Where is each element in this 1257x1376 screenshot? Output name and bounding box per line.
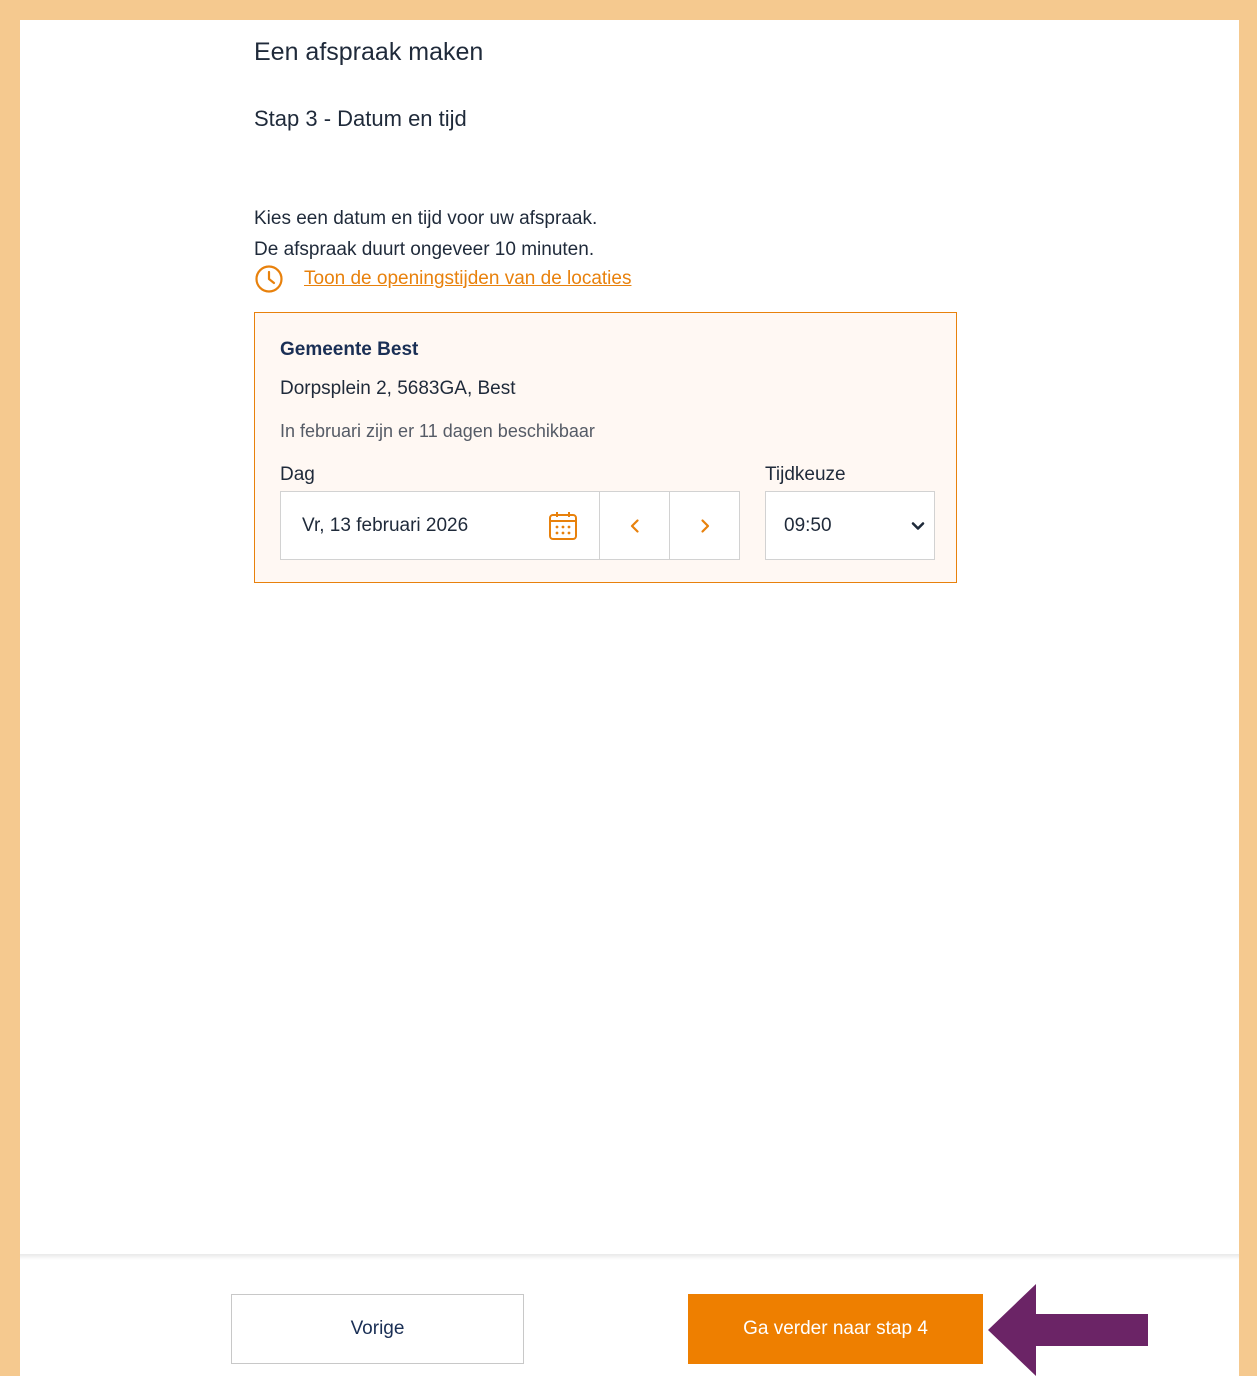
clock-icon — [255, 265, 283, 293]
intro-text: Kies een datum en tijd voor uw afspraak.… — [254, 203, 597, 265]
next-day-button[interactable] — [669, 491, 740, 560]
chevron-left-icon — [630, 518, 639, 533]
availability-text: In februari zijn er 11 dagen beschikbaar — [280, 421, 595, 441]
opening-hours-row: Toon de openingstijden van de locaties — [254, 264, 631, 294]
chevron-down-icon — [911, 521, 925, 530]
footer-divider — [20, 1254, 1239, 1260]
continue-button[interactable]: Ga verder naar stap 4 — [688, 1294, 983, 1364]
previous-day-button[interactable] — [599, 491, 670, 560]
step-title: Stap 3 - Datum en tijd — [254, 106, 467, 131]
time-select[interactable]: 09:50 — [765, 491, 935, 560]
location-address: Dorpsplein 2, 5683GA, Best — [280, 378, 516, 399]
date-field[interactable]: Vr, 13 februari 2026 — [280, 491, 600, 560]
time-value: 09:50 — [784, 514, 832, 536]
time-label: Tijdkeuze — [765, 464, 846, 485]
day-label: Dag — [280, 464, 315, 485]
intro-line-2: De afspraak duurt ongeveer 10 minuten. — [254, 239, 595, 260]
previous-button[interactable]: Vorige — [231, 1294, 524, 1364]
date-value: Vr, 13 februari 2026 — [302, 514, 469, 536]
page-panel: Een afspraak maken Stap 3 - Datum en tij… — [20, 20, 1239, 1376]
location-name: Gemeente Best — [280, 339, 419, 360]
calendar-icon[interactable] — [547, 510, 579, 542]
chevron-right-icon — [700, 518, 709, 533]
intro-line-1: Kies een datum en tijd voor uw afspraak. — [254, 208, 598, 229]
page-title: Een afspraak maken — [254, 38, 484, 66]
location-card: Gemeente Best Dorpsplein 2, 5683GA, Best… — [254, 312, 957, 583]
opening-hours-link[interactable]: Toon de openingstijden van de locaties — [304, 268, 631, 290]
arrow-left-icon — [988, 1284, 1148, 1376]
